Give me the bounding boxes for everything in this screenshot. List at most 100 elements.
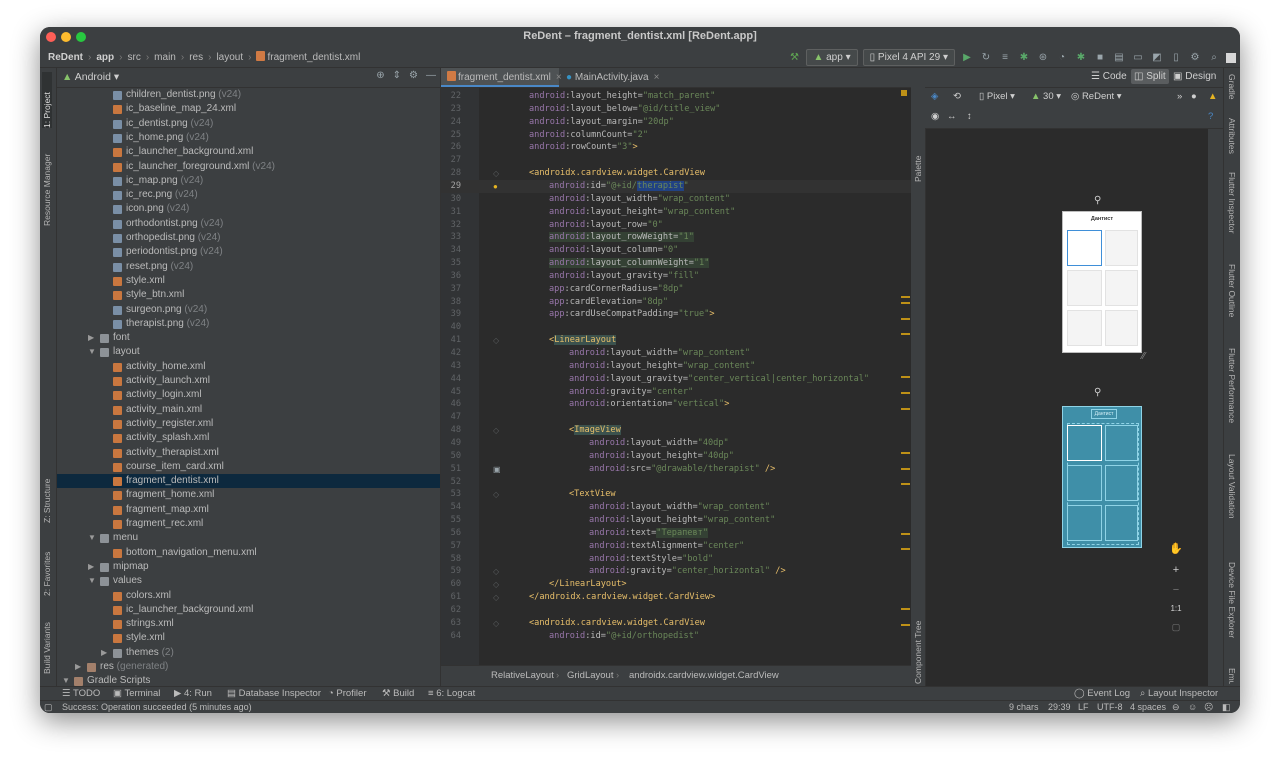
layers-icon[interactable]: ◈ — [931, 91, 938, 102]
tool-tab-flutter-outline[interactable]: Flutter Outline — [1227, 264, 1237, 340]
theme-select[interactable]: ◎ ReDent ▾ — [1071, 91, 1122, 102]
tree-item[interactable]: ic_rec.png (v24) — [57, 188, 440, 202]
tree-item[interactable]: ic_launcher_foreground.xml (v24) — [57, 160, 440, 174]
preview-card[interactable] — [1067, 310, 1102, 346]
tree-item[interactable]: colors.xml — [57, 589, 440, 603]
code-line[interactable]: 50 android:layout_height="40dp" — [441, 450, 911, 463]
tree-item[interactable]: activity_home.xml — [57, 360, 440, 374]
tree-item[interactable]: activity_launch.xml — [57, 374, 440, 388]
blueprint-card[interactable] — [1105, 425, 1138, 461]
orientation-icon[interactable]: ⟲ — [953, 91, 961, 102]
zoom-out-icon[interactable]: − — [1166, 584, 1186, 596]
code-line[interactable]: 41 <LinearLayout — [441, 334, 911, 347]
indent-setting[interactable]: 4 spaces — [1130, 701, 1166, 713]
tree-item[interactable]: ic_baseline_map_24.xml — [57, 102, 440, 116]
code-line[interactable]: 43 android:layout_height="wrap_content" — [441, 360, 911, 373]
editor-crumb-relativelayout[interactable]: RelativeLayout — [491, 666, 554, 686]
breadcrumb-res[interactable]: res — [189, 52, 203, 63]
design-mode-button[interactable]: ▣ Design — [1173, 71, 1216, 82]
chevron-down-icon[interactable]: ▼ — [88, 574, 96, 588]
fold-marker-icon[interactable]: ◇ — [493, 578, 499, 591]
code-line[interactable]: 31 android:layout_height="wrap_content" — [441, 206, 911, 219]
warning-icon[interactable]: ▲ — [1208, 91, 1217, 102]
debug-icon[interactable]: ✱ — [1017, 51, 1031, 65]
account-icon[interactable] — [1226, 52, 1236, 63]
profiler-tool-button[interactable]: ◔ Profiler — [328, 687, 366, 701]
project-view-select[interactable]: ▲ Android ▾ — [62, 71, 119, 83]
pan-icon[interactable]: ✋ — [1166, 542, 1186, 555]
code-line[interactable]: 46 android:orientation="vertical"> — [441, 398, 911, 411]
api-level-select[interactable]: ▲ 30 ▾ — [1031, 91, 1061, 102]
design-canvas[interactable]: ⚲ Дантист ⁄⁄ ⚲ Дантист ✋ + − 1:1 ▢ — [926, 129, 1208, 686]
tree-item[interactable]: periodontist.png (v24) — [57, 245, 440, 259]
fold-marker-icon[interactable]: ◇ — [493, 167, 499, 180]
tool-tab-build-variants[interactable]: Build Variants — [42, 608, 52, 674]
code-line[interactable]: 57 android:textAlignment="center" — [441, 540, 911, 553]
preview-card[interactable] — [1105, 230, 1138, 266]
code-line[interactable]: 44 android:layout_gravity="center_vertica… — [441, 373, 911, 386]
code-line[interactable]: 24 android:layout_margin="20dp" — [441, 116, 911, 129]
tree-item[interactable]: activity_main.xml — [57, 403, 440, 417]
preview-card-selected[interactable] — [1067, 230, 1102, 266]
code-line[interactable]: 58 android:textStyle="bold" — [441, 553, 911, 566]
status-message[interactable]: Success: Operation succeeded (5 minutes … — [62, 701, 252, 713]
tree-item[interactable]: ▶ themes (2) — [57, 646, 440, 660]
fold-marker-icon[interactable]: ◇ — [493, 334, 499, 347]
tree-item[interactable]: style.xml — [57, 631, 440, 645]
sdk-manager-icon[interactable]: ◩ — [1150, 51, 1164, 65]
tool-tab-emulator[interactable]: Emulator — [1227, 668, 1237, 684]
fold-marker-icon[interactable]: ◇ — [493, 424, 499, 437]
error-stripe[interactable] — [901, 88, 911, 665]
code-mode-button[interactable]: ☰ Code — [1091, 71, 1127, 82]
code-line[interactable]: 60 </LinearLayout> — [441, 578, 911, 591]
warning-marker[interactable] — [901, 90, 907, 96]
tab-main-activity[interactable]: ● MainActivity.java × — [560, 68, 666, 87]
preview-card[interactable] — [1067, 270, 1102, 306]
fold-marker-icon[interactable]: ◇ — [493, 591, 499, 604]
tree-item[interactable]: orthopedist.png (v24) — [57, 231, 440, 245]
chevron-right-icon[interactable]: ▶ — [101, 646, 109, 660]
gradle-sync-icon[interactable]: ⚙ — [1188, 51, 1202, 65]
tool-tab-project[interactable]: 1: Project — [42, 72, 52, 128]
tool-tab-layout-validation[interactable]: Layout Validation — [1227, 454, 1237, 538]
code-line[interactable]: 54 android:layout_width="wrap_content" — [441, 501, 911, 514]
breadcrumb-main[interactable]: main — [154, 52, 176, 63]
gear-icon[interactable]: ⚙ — [409, 70, 418, 81]
tree-item[interactable]: style_btn.xml — [57, 288, 440, 302]
chevron-right-icon[interactable]: ▶ — [88, 331, 96, 345]
search-icon[interactable]: ⌕ — [1207, 51, 1221, 65]
device-select[interactable]: ▯ Pixel 4 API 29 ▾ — [862, 49, 955, 66]
database-inspector-button[interactable]: ▤ Database Inspector — [227, 687, 321, 701]
tool-tab-component-tree[interactable]: Component Tree — [913, 608, 923, 684]
pin-icon[interactable]: ⚲ — [1094, 195, 1101, 206]
code-line[interactable]: 35 android:layout_columnWeight="1" — [441, 257, 911, 270]
code-line[interactable]: 38 app:cardElevation="8dp" — [441, 296, 911, 309]
tree-item[interactable]: bottom_navigation_menu.xml — [57, 546, 440, 560]
hammer-icon[interactable]: ⚒ — [787, 51, 801, 65]
code-line[interactable]: 33 android:layout_rowWeight="1" — [441, 231, 911, 244]
code-line[interactable]: 29 android:id="@+id/therapist" — [441, 179, 911, 193]
tool-tab-attributes[interactable]: Attributes — [1227, 118, 1237, 168]
help-icon[interactable]: ? — [1208, 111, 1213, 122]
run-config-select[interactable]: ▲ app ▾ — [806, 49, 858, 66]
tree-item[interactable]: ic_launcher_background.xml — [57, 145, 440, 159]
code-line[interactable]: 34 android:layout_column="0" — [441, 244, 911, 257]
breadcrumb-layout[interactable]: layout — [216, 52, 243, 63]
breadcrumb-project[interactable]: ReDent — [48, 52, 83, 63]
layout-inspector-button[interactable]: ⌕ Layout Inspector — [1140, 687, 1218, 701]
tree-item[interactable]: activity_therapist.xml — [57, 446, 440, 460]
code-line[interactable]: 55 android:layout_height="wrap_content" — [441, 514, 911, 527]
preview-card[interactable] — [1105, 270, 1138, 306]
run-icon[interactable]: ▶ — [960, 51, 974, 65]
code-line[interactable]: 40 — [441, 321, 911, 334]
code-line[interactable]: 23 android:layout_below="@id/title_view" — [441, 103, 911, 116]
tree-item[interactable]: fragment_dentist.xml — [57, 474, 440, 489]
tree-item[interactable]: strings.xml — [57, 617, 440, 631]
tree-item[interactable]: therapist.png (v24) — [57, 317, 440, 331]
memory-indicator-icon[interactable]: ◧ — [1222, 701, 1231, 713]
tree-item[interactable]: ic_launcher_background.xml — [57, 603, 440, 617]
hide-panel-icon[interactable]: — — [426, 70, 436, 81]
tree-item[interactable]: ▶ res (generated) — [57, 660, 440, 674]
tree-item[interactable]: activity_splash.xml — [57, 431, 440, 445]
tool-tab-resource-manager[interactable]: Resource Manager — [42, 144, 52, 226]
